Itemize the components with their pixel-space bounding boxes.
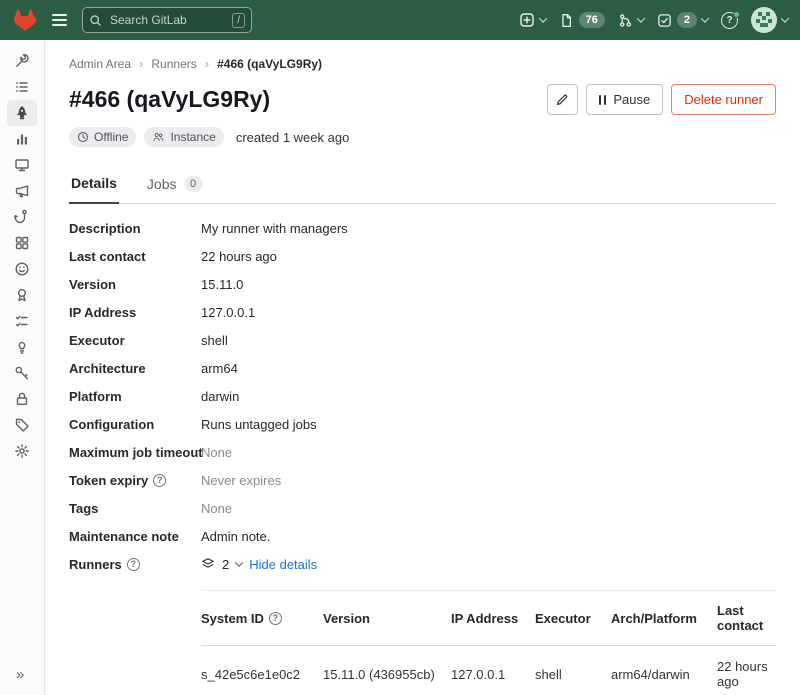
- edit-runner-button[interactable]: [547, 84, 578, 115]
- hide-details-link[interactable]: Hide details: [249, 557, 317, 572]
- merge-request-icon: [618, 13, 633, 28]
- detail-row-executor: Executor shell: [69, 326, 776, 354]
- detail-row-configuration: Configuration Runs untagged jobs: [69, 410, 776, 438]
- runner-tabs: Details Jobs 0: [69, 165, 776, 204]
- sidebar-wrench-icon[interactable]: [7, 48, 37, 74]
- table-header-row: System ID Version IP Address Executor Ar…: [201, 591, 776, 646]
- merge-requests-menu-button[interactable]: [618, 13, 644, 28]
- chevron-down-icon: [701, 14, 709, 22]
- table-row: s_42e5c6e1e0c2 15.11.0 (436955cb) 127.0.…: [201, 646, 776, 695]
- sidebar-gear-icon[interactable]: [7, 438, 37, 464]
- help-icon[interactable]: [153, 474, 166, 487]
- search-icon: [89, 14, 102, 27]
- detail-row-tags: Tags None: [69, 494, 776, 522]
- detail-row-architecture: Architecture arm64: [69, 354, 776, 382]
- admin-sidebar: [0, 40, 45, 695]
- detail-row-description: Description My runner with managers: [69, 214, 776, 242]
- detail-row-version: Version 15.11.0: [69, 270, 776, 298]
- search-shortcut-key: /: [232, 13, 245, 28]
- sidebar-list-icon[interactable]: [7, 74, 37, 100]
- detail-row-maximum-job-timeout: Maximum job timeout None: [69, 438, 776, 466]
- status-badge: Offline: [69, 127, 136, 147]
- detail-row-runners: Runners 2 Hide details: [69, 550, 776, 578]
- runner-details-list: Description My runner with managers Last…: [69, 214, 776, 578]
- clock-icon: [77, 131, 89, 143]
- breadcrumb-separator-icon: [205, 56, 209, 71]
- col-last-contact: Last contact: [717, 591, 776, 646]
- tab-details[interactable]: Details: [69, 165, 119, 204]
- issues-menu-button[interactable]: 76: [559, 12, 605, 28]
- created-timestamp: created 1 week ago: [236, 130, 349, 145]
- chevron-down-icon: [637, 14, 645, 22]
- main-content: Admin Area Runners #466 (qaVyLG9Ry) #466…: [45, 40, 800, 695]
- sidebar-runners-rocket-icon[interactable]: [7, 100, 37, 126]
- page-title: #466 (qaVyLG9Ry): [69, 86, 270, 113]
- notification-dot-icon: [733, 11, 740, 18]
- pause-icon: [599, 95, 607, 105]
- jobs-count-badge: 0: [184, 176, 203, 192]
- chevron-down-icon: [538, 14, 546, 22]
- detail-row-last-contact: Last contact 22 hours ago: [69, 242, 776, 270]
- collapse-sidebar-button[interactable]: [0, 664, 24, 685]
- breadcrumb-separator-icon: [139, 56, 143, 71]
- menu-toggle-button[interactable]: [48, 10, 71, 30]
- col-version: Version: [323, 591, 451, 646]
- help-icon[interactable]: [721, 12, 738, 29]
- col-system-id: System ID: [201, 611, 264, 626]
- detail-row-maintenance-note: Maintenance note Admin note.: [69, 522, 776, 550]
- sidebar-megaphone-icon[interactable]: [7, 178, 37, 204]
- runner-managers-table: System ID Version IP Address Executor Ar…: [201, 590, 776, 695]
- sidebar-key-icon[interactable]: [7, 360, 37, 386]
- search-input[interactable]: [108, 12, 226, 28]
- runner-type-badge: Instance: [144, 127, 223, 147]
- todos-count-badge: 2: [677, 12, 697, 28]
- detail-row-token-expiry: Token expiry Never expires: [69, 466, 776, 494]
- layers-icon: [201, 557, 215, 571]
- help-icon[interactable]: [269, 612, 282, 625]
- global-search[interactable]: /: [82, 7, 252, 33]
- runner-managers-count: 2: [222, 557, 229, 572]
- sidebar-lightbulb-icon[interactable]: [7, 334, 37, 360]
- sidebar-checklist-icon[interactable]: [7, 308, 37, 334]
- col-executor: Executor: [535, 591, 611, 646]
- people-icon: [152, 131, 165, 143]
- plus-square-icon: [519, 12, 535, 28]
- user-menu-button[interactable]: [751, 7, 788, 33]
- tab-jobs[interactable]: Jobs 0: [145, 165, 205, 203]
- avatar: [751, 7, 777, 33]
- issues-count-badge: 76: [579, 12, 605, 28]
- todos-menu-button[interactable]: 2: [657, 12, 708, 28]
- col-arch-platform: Arch/Platform: [611, 591, 717, 646]
- detail-row-platform: Platform darwin: [69, 382, 776, 410]
- chevron-down-icon: [781, 14, 789, 22]
- gitlab-logo-icon[interactable]: [12, 8, 37, 32]
- pencil-icon: [555, 93, 569, 107]
- todo-check-icon: [657, 13, 672, 28]
- top-navigation-bar: / 76 2: [0, 0, 800, 40]
- breadcrumb-admin-area[interactable]: Admin Area: [69, 57, 131, 71]
- sidebar-smiley-icon[interactable]: [7, 256, 37, 282]
- detail-row-ip-address: IP Address 127.0.0.1: [69, 298, 776, 326]
- help-icon[interactable]: [127, 558, 140, 571]
- sidebar-monitor-icon[interactable]: [7, 152, 37, 178]
- chevron-down-icon[interactable]: [235, 558, 243, 566]
- breadcrumb-current: #466 (qaVyLG9Ry): [217, 57, 322, 71]
- sidebar-chart-icon[interactable]: [7, 126, 37, 152]
- issues-icon: [559, 13, 574, 28]
- new-menu-button[interactable]: [519, 12, 546, 28]
- sidebar-hook-icon[interactable]: [7, 204, 37, 230]
- pause-runner-button[interactable]: Pause: [586, 84, 663, 115]
- breadcrumb-runners[interactable]: Runners: [151, 57, 196, 71]
- sidebar-lock-icon[interactable]: [7, 386, 37, 412]
- sidebar-label-icon[interactable]: [7, 412, 37, 438]
- delete-runner-button[interactable]: Delete runner: [671, 84, 776, 115]
- col-ip-address: IP Address: [451, 591, 535, 646]
- sidebar-grid-icon[interactable]: [7, 230, 37, 256]
- breadcrumb: Admin Area Runners #466 (qaVyLG9Ry): [69, 40, 776, 71]
- sidebar-medal-icon[interactable]: [7, 282, 37, 308]
